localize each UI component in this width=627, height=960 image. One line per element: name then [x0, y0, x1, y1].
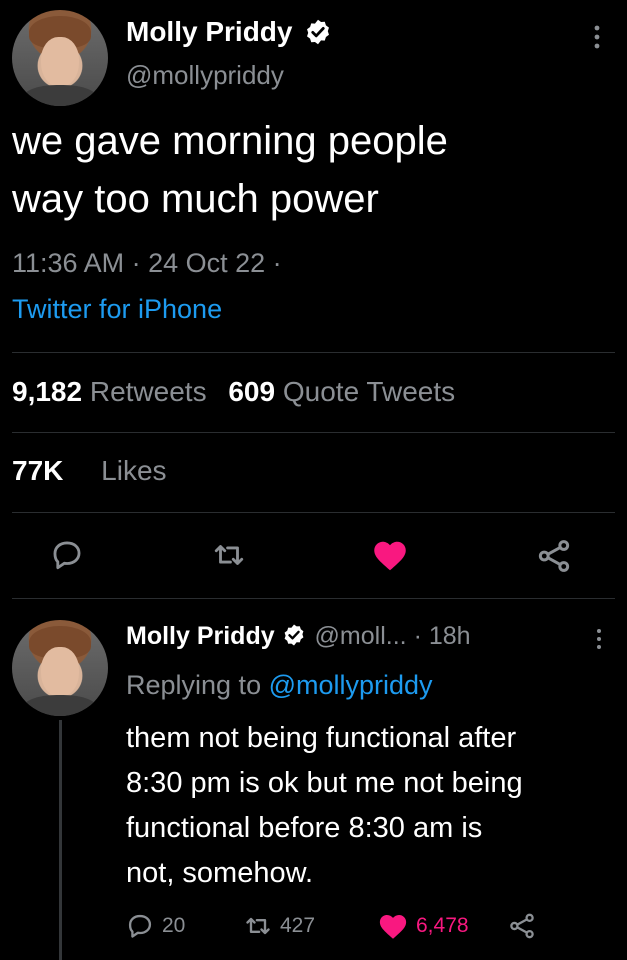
author-name[interactable]: Molly Priddy [126, 16, 332, 48]
thread-line [59, 720, 62, 960]
avatar[interactable] [12, 10, 108, 106]
tweet-timestamp[interactable]: 11:36 AM · 24 Oct 22 · [12, 248, 282, 279]
quotes-count: 609 [228, 376, 276, 407]
divider [12, 352, 615, 353]
retweet-icon[interactable] [212, 538, 246, 572]
verified-icon [307, 19, 330, 44]
retweets-count: 9,182 [12, 376, 83, 407]
reply-text-line: not, somehow. [126, 857, 313, 889]
author-handle[interactable]: @mollypriddy [126, 60, 284, 91]
replying-to-prefix: Replying to [126, 670, 262, 700]
divider [12, 512, 615, 513]
reply-avatar[interactable] [12, 620, 108, 716]
divider [12, 598, 615, 599]
quotes-label: Quote Tweets [282, 376, 456, 407]
reply-text-line: 8:30 pm is ok but me not being [126, 767, 523, 799]
divider [12, 432, 615, 433]
retweets-stat[interactable]: 9,182 Retweets [12, 376, 214, 407]
more-icon[interactable] [593, 626, 605, 652]
reply-share-button[interactable] [508, 912, 536, 940]
reply-reply-button[interactable]: 20 [126, 912, 185, 940]
likes-count: 77K [12, 455, 64, 486]
replying-to-mention[interactable]: @mollypriddy [269, 670, 433, 700]
tweet-text-line: we gave morning people [12, 119, 448, 163]
like-icon[interactable] [372, 538, 408, 572]
retweet-stats-row: 9,182 Retweets 609 Quote Tweets [12, 376, 455, 408]
more-icon[interactable] [590, 24, 604, 50]
likes-stats-row[interactable]: 77K Likes [12, 455, 167, 487]
reply-author-name[interactable]: Molly Priddy [126, 622, 275, 650]
verified-icon [284, 624, 303, 646]
tweet-source-link[interactable]: Twitter for iPhone [12, 294, 222, 325]
like-count: 6,478 [416, 914, 469, 937]
reply-retweet-button[interactable]: 427 [244, 912, 315, 940]
replying-to: Replying to @mollypriddy [126, 670, 433, 701]
reply-header: Molly Priddy @moll... · 18h [126, 622, 471, 651]
reply-action-bar: 20 427 6,478 [126, 912, 626, 948]
reply-like-button[interactable]: 6,478 [378, 912, 469, 940]
retweet-count: 427 [280, 914, 316, 937]
share-icon [510, 913, 534, 939]
quotes-stat[interactable]: 609 Quote Tweets [228, 376, 455, 407]
tweet-text-line: way too much power [12, 177, 379, 221]
reply-icon [128, 914, 152, 938]
likes-label: Likes [101, 455, 167, 486]
reply-count: 20 [162, 914, 186, 937]
like-icon [379, 915, 407, 939]
reply-text: them not being functional after 8:30 pm … [126, 716, 621, 896]
reply-text-line: functional before 8:30 am is [126, 812, 483, 844]
author-name-text[interactable]: Molly Priddy [126, 16, 292, 47]
tweet-text: we gave morning people way too much powe… [12, 112, 612, 228]
retweet-icon [246, 917, 270, 935]
share-icon[interactable] [536, 538, 572, 574]
reply-text-line: them not being functional after [126, 722, 517, 754]
reply-time[interactable]: · 18h [414, 622, 471, 650]
reply-icon[interactable] [50, 538, 84, 572]
retweets-label: Retweets [89, 376, 207, 407]
reply-author-handle[interactable]: @moll... [315, 622, 407, 650]
